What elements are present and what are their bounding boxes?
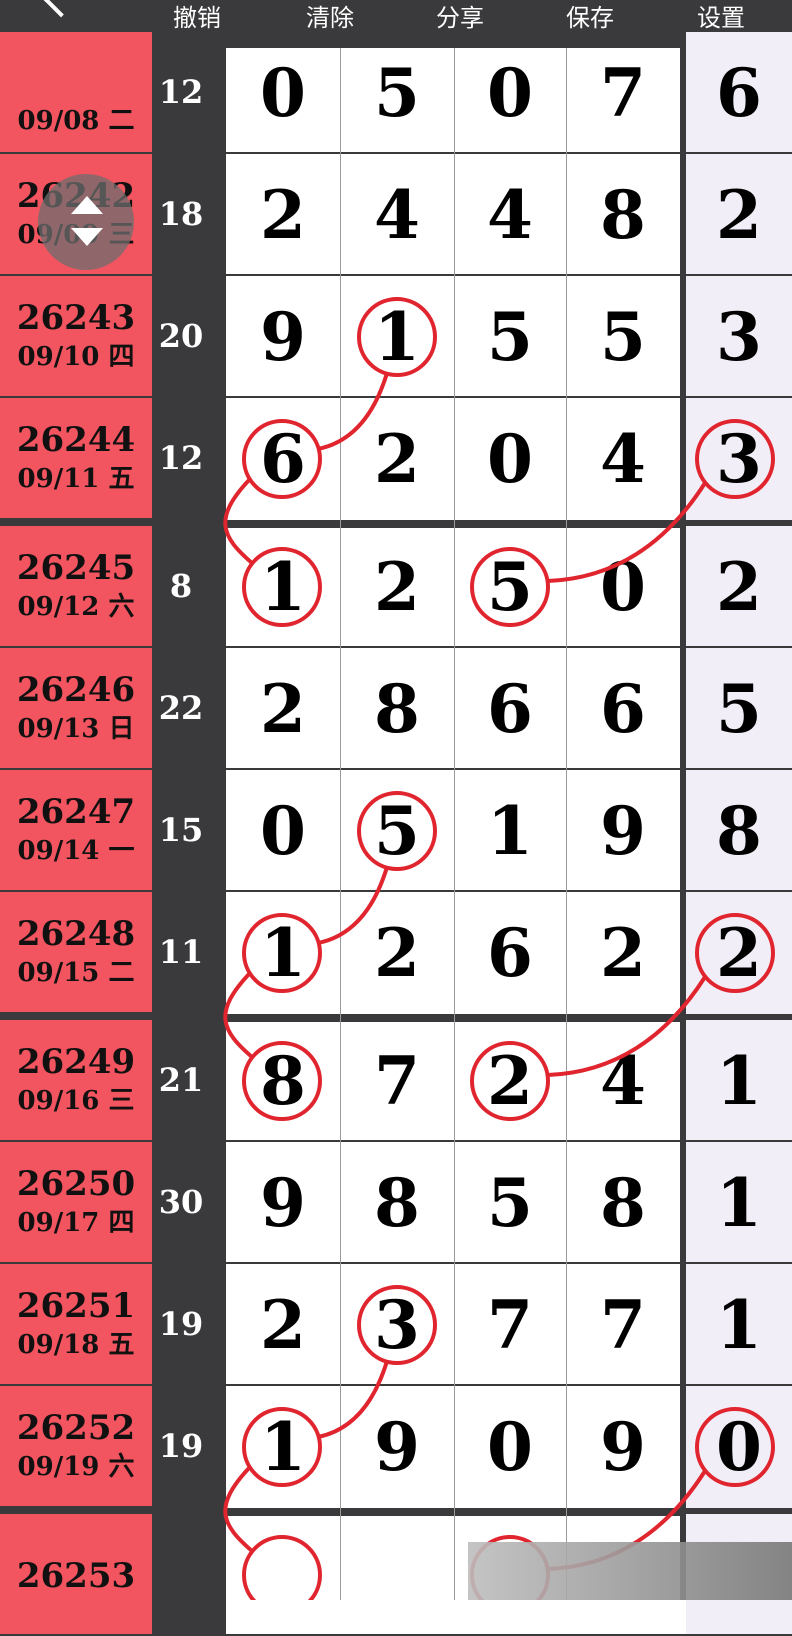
circle-overlay	[223, 297, 775, 1600]
scroll-handle[interactable]	[38, 174, 134, 270]
connector-line	[223, 971, 254, 1059]
circle-mark	[242, 1041, 322, 1121]
circle-mark	[695, 419, 775, 499]
back-arrow-icon[interactable]	[42, 0, 80, 18]
circle-mark	[470, 547, 550, 627]
connector-line	[317, 372, 389, 451]
circle-mark	[357, 1285, 437, 1365]
circle-mark	[357, 791, 437, 871]
circle-mark	[242, 913, 322, 993]
circle-mark	[242, 547, 322, 627]
circle-mark	[695, 1407, 775, 1487]
connector-line	[547, 975, 707, 1077]
connector-line	[317, 866, 389, 945]
bottom-shadow	[468, 1542, 792, 1600]
circle-mark	[470, 1041, 550, 1121]
circle-mark	[357, 297, 437, 377]
connector-line	[547, 481, 707, 583]
circle-mark	[242, 419, 322, 499]
connector-line	[223, 1465, 254, 1553]
circle-mark	[242, 1407, 322, 1487]
connector-line	[223, 477, 254, 565]
connector-line	[317, 1360, 389, 1439]
circle-mark	[695, 913, 775, 993]
circle-mark	[242, 1535, 322, 1600]
arrow-up-icon	[71, 196, 103, 214]
arrow-down-icon	[71, 228, 103, 246]
